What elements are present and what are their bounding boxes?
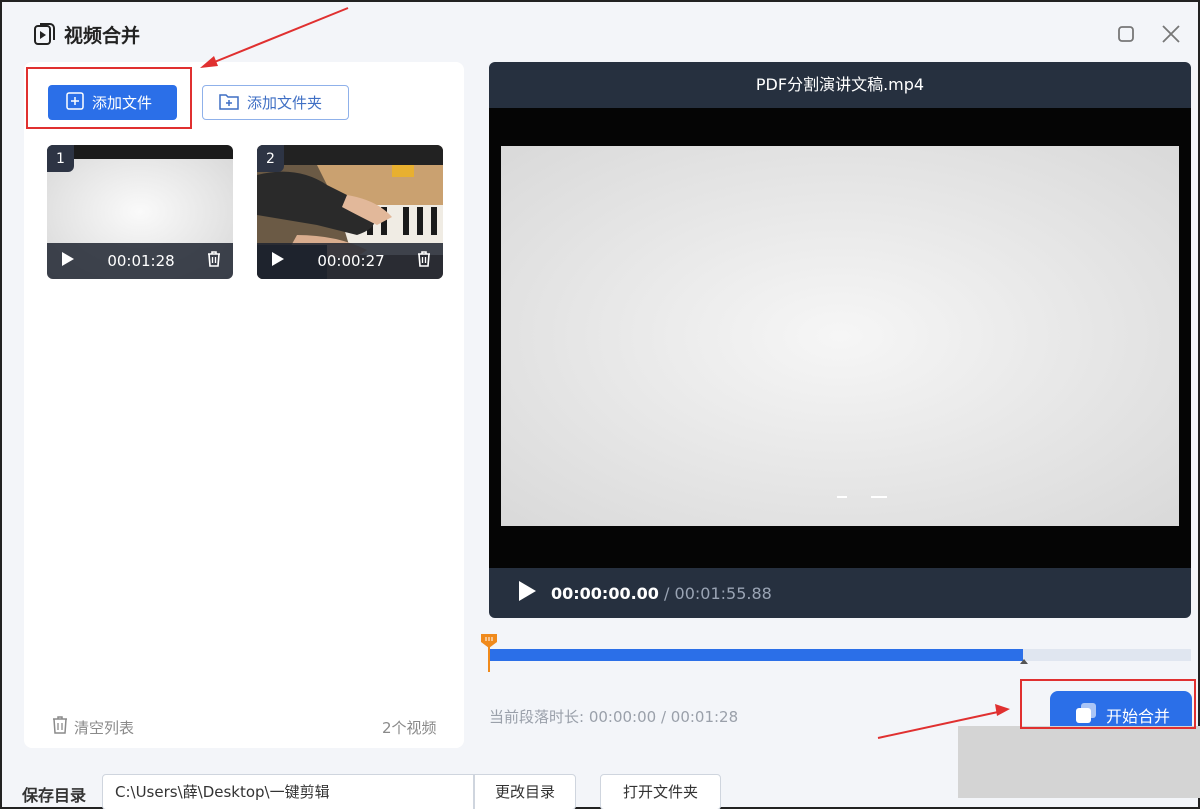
add-folder-button[interactable]: 添加文件夹 bbox=[202, 85, 349, 120]
annotation-box bbox=[26, 67, 192, 129]
clip-index-badge: 1 bbox=[47, 145, 74, 172]
trash-icon bbox=[52, 716, 68, 738]
trash-icon[interactable] bbox=[417, 251, 431, 271]
time-separator: / bbox=[664, 583, 670, 603]
save-dir-label: 保存目录 bbox=[22, 786, 87, 805]
total-time: 00:01:55.88 bbox=[674, 583, 772, 603]
timeline-end-marker bbox=[1020, 659, 1028, 664]
maximize-button[interactable] bbox=[1114, 22, 1138, 46]
title-bar: 视频合并 bbox=[2, 2, 1198, 62]
change-dir-button[interactable]: 更改目录 bbox=[474, 774, 576, 809]
video-frame-mark bbox=[871, 496, 887, 498]
app-title: 视频合并 bbox=[64, 25, 141, 47]
segment-duration: 当前段落时长: 00:00:00 / 00:01:28 bbox=[489, 708, 739, 726]
video-merge-icon bbox=[34, 22, 56, 46]
timeline-track[interactable] bbox=[489, 649, 1191, 661]
video-frame-mark bbox=[837, 496, 847, 498]
player-title: PDF分割演讲文稿.mp4 bbox=[755, 75, 925, 94]
trash-icon[interactable] bbox=[207, 251, 221, 271]
play-icon[interactable] bbox=[61, 251, 75, 271]
play-icon[interactable] bbox=[517, 580, 537, 606]
video-count: 2个视频 bbox=[382, 719, 437, 737]
close-button[interactable] bbox=[1159, 22, 1183, 46]
clip-card[interactable]: 1 00:01:28 bbox=[47, 145, 233, 279]
add-folder-icon bbox=[219, 92, 239, 114]
thumbnail-letterbox bbox=[47, 145, 233, 159]
player-screen[interactable] bbox=[489, 108, 1191, 568]
playhead-handle[interactable] bbox=[480, 633, 498, 673]
video-player: PDF分割演讲文稿.mp4 00:00:00.00 / 00:01:55.88 bbox=[489, 62, 1191, 618]
current-time: 00:00:00.00 bbox=[551, 583, 659, 603]
play-icon[interactable] bbox=[271, 251, 285, 271]
timeline-progress bbox=[489, 649, 1023, 661]
redaction-patch bbox=[958, 726, 1200, 798]
clip-controls: 00:01:28 bbox=[47, 243, 233, 279]
clear-list-button[interactable]: 清空列表 bbox=[52, 716, 134, 738]
player-controls: 00:00:00.00 / 00:01:55.88 bbox=[489, 568, 1191, 618]
clip-duration: 00:01:28 bbox=[107, 252, 175, 270]
video-frame bbox=[501, 146, 1179, 526]
save-path-field[interactable]: C:\Users\薛\Desktop\一键剪辑 bbox=[102, 774, 474, 809]
clear-list-label: 清空列表 bbox=[74, 718, 135, 737]
open-folder-button[interactable]: 打开文件夹 bbox=[600, 774, 721, 809]
annotation-box bbox=[1020, 679, 1196, 729]
clip-controls: 00:00:27 bbox=[257, 243, 443, 279]
clip-index-badge: 2 bbox=[257, 145, 284, 172]
add-folder-label: 添加文件夹 bbox=[247, 94, 323, 112]
clip-duration: 00:00:27 bbox=[317, 252, 385, 270]
clip-card[interactable]: 2 00:00:27 bbox=[257, 145, 443, 279]
